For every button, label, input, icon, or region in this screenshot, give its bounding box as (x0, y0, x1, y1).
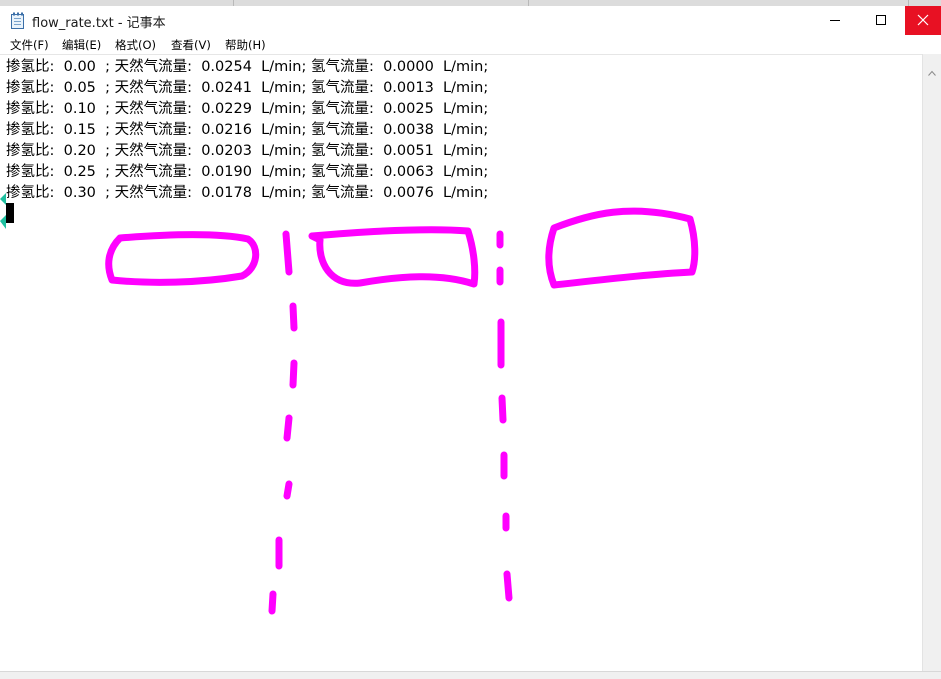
maximize-icon (875, 11, 887, 30)
menu-file[interactable]: 文件(F) (10, 37, 49, 53)
vertical-scrollbar[interactable] (922, 54, 941, 671)
minimize-button[interactable] (812, 6, 858, 35)
maximize-button[interactable] (858, 6, 904, 35)
text-line: 掺氢比: 0.10 ; 天然气流量: 0.0229 L/min; 氢气流量: 0… (6, 101, 489, 117)
close-button[interactable] (905, 6, 941, 35)
menu-format[interactable]: 格式(O) (115, 37, 156, 53)
text-line: 掺氢比: 0.20 ; 天然气流量: 0.0203 L/min; 氢气流量: 0… (6, 143, 489, 159)
menu-help[interactable]: 帮助(H) (225, 37, 266, 53)
chevron-up-icon[interactable] (928, 61, 936, 80)
title-bar[interactable]: flow_rate.txt - 记事本 (0, 6, 941, 35)
notepad-icon (10, 12, 26, 30)
text-line: 掺氢比: 0.15 ; 天然气流量: 0.0216 L/min; 氢气流量: 0… (6, 122, 489, 138)
minimize-icon (829, 11, 841, 30)
menu-bar: 文件(F) 编辑(E) 格式(O) 查看(V) 帮助(H) (0, 35, 941, 54)
text-line: 掺氢比: 0.05 ; 天然气流量: 0.0241 L/min; 氢气流量: 0… (6, 80, 489, 96)
window-title: flow_rate.txt - 记事本 (32, 16, 166, 31)
text-line: 掺氢比: 0.00 ; 天然气流量: 0.0254 L/min; 氢气流量: 0… (6, 59, 489, 75)
left-edge-marker (0, 193, 12, 233)
menu-view[interactable]: 查看(V) (171, 37, 211, 53)
close-icon (917, 11, 929, 30)
text-line: 掺氢比: 0.30 ; 天然气流量: 0.0178 L/min; 氢气流量: 0… (6, 185, 489, 201)
text-line: 掺氢比: 0.25 ; 天然气流量: 0.0190 L/min; 氢气流量: 0… (6, 164, 489, 180)
text-editor[interactable]: 掺氢比: 0.00 ; 天然气流量: 0.0254 L/min; 氢气流量: 0… (0, 54, 922, 672)
menu-edit[interactable]: 编辑(E) (62, 37, 101, 53)
